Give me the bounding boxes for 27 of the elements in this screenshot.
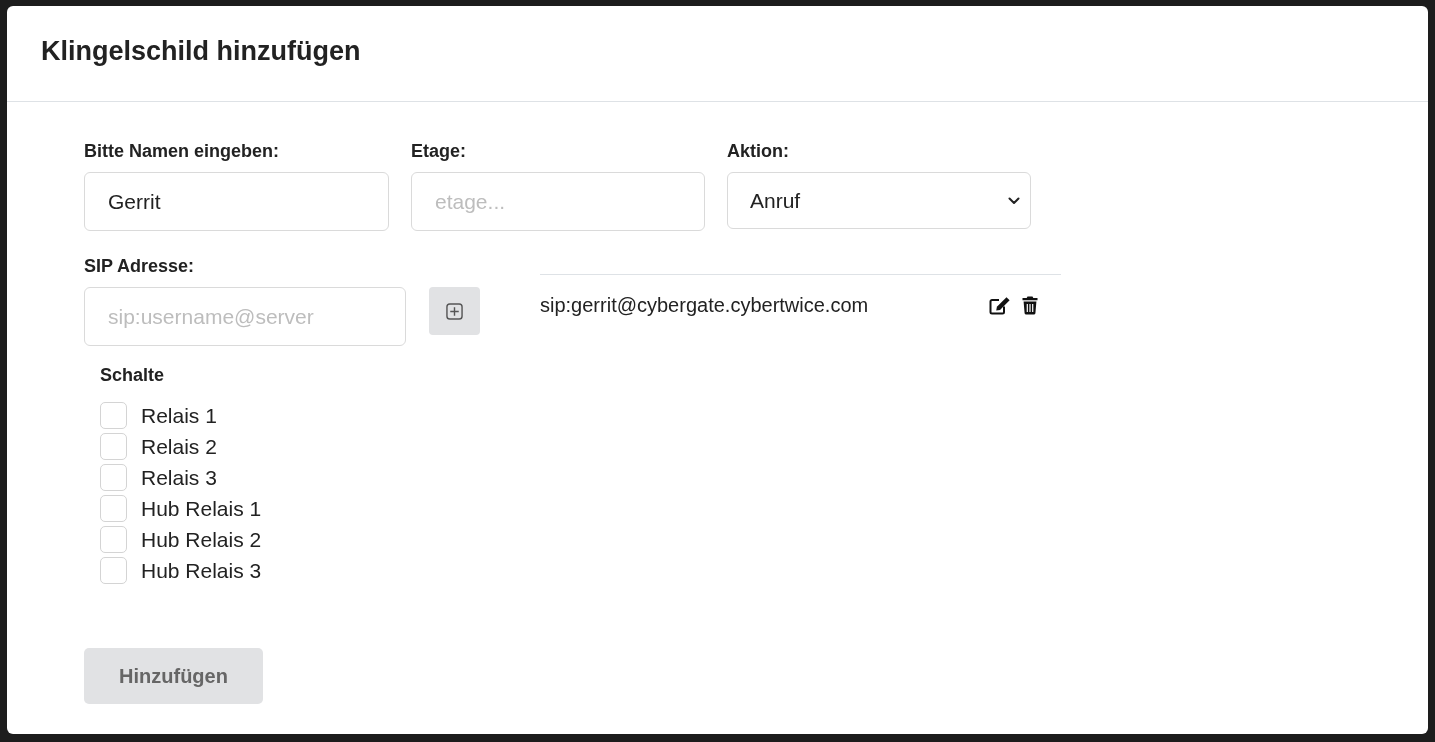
checkbox[interactable]	[100, 464, 127, 491]
checkbox-label: Relais 3	[141, 465, 217, 490]
action-select[interactable]: Anruf	[727, 172, 1031, 229]
input-field[interactable]: sip:username@server	[84, 287, 406, 346]
field-label: Bitte Namen eingeben:	[84, 141, 281, 162]
checkbox[interactable]	[100, 557, 127, 584]
checkbox-label: Relais 1	[141, 403, 217, 428]
edit-icon[interactable]	[989, 296, 1011, 315]
checkbox[interactable]	[100, 526, 127, 553]
input-field[interactable]: Gerrit	[84, 172, 389, 231]
trash-icon[interactable]	[1022, 296, 1038, 315]
field-label: Etage:	[411, 141, 467, 162]
checkbox-label: Hub Relais 3	[141, 558, 262, 583]
section-title: Schalte	[100, 365, 166, 386]
input-field[interactable]: etage...	[411, 172, 705, 231]
field-label: SIP Adresse:	[84, 256, 196, 277]
checkbox-label: Hub Relais 1	[141, 496, 262, 521]
checkbox-label: Hub Relais 2	[141, 527, 262, 552]
sip-address: sip:gerrit@cybergate.cybertwice.com	[540, 294, 870, 317]
checkbox[interactable]	[100, 402, 127, 429]
field-label: Aktion:	[727, 141, 790, 162]
plus-square-icon	[446, 302, 463, 320]
dialog-title: Klingelschild hinzufügen	[41, 36, 361, 68]
checkbox[interactable]	[100, 495, 127, 522]
chevron-down-icon	[1008, 196, 1020, 205]
checkbox[interactable]	[100, 433, 127, 460]
checkbox-label: Relais 2	[141, 434, 217, 459]
